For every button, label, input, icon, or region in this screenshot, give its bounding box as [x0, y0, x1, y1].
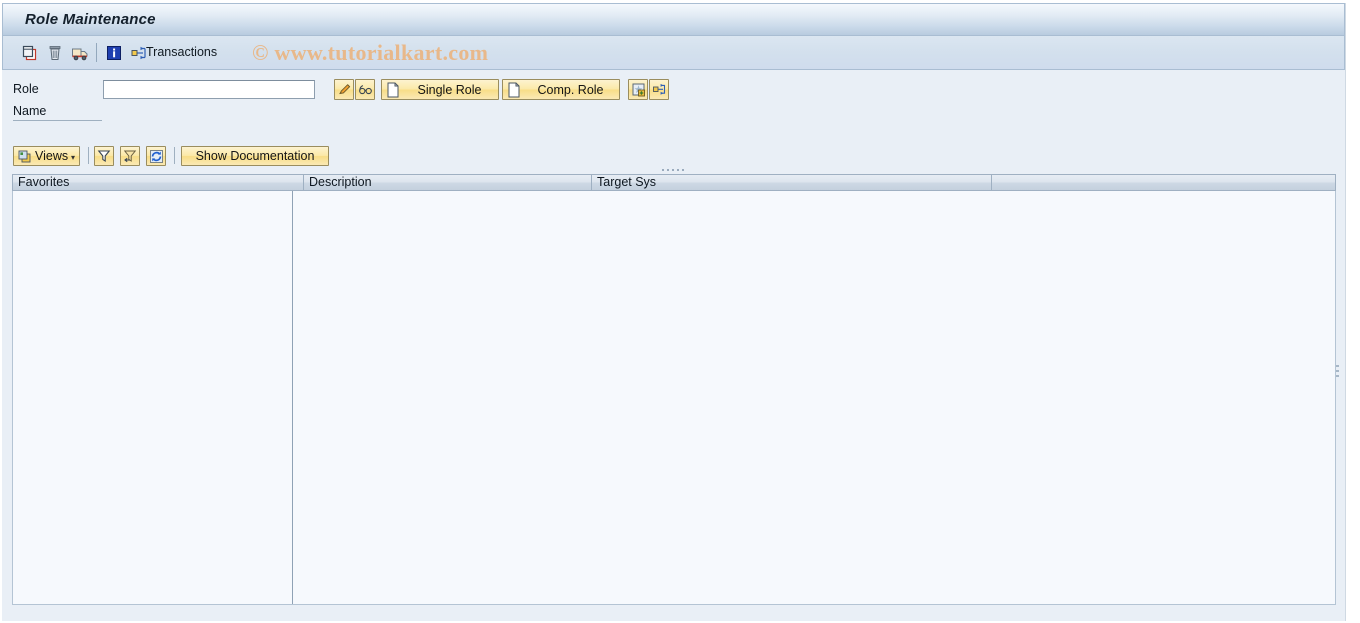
show-documentation-button[interactable]: Show Documentation [181, 146, 329, 166]
delete-filter-button[interactable] [120, 146, 140, 166]
column-header-spacer[interactable] [991, 174, 1336, 191]
document-icon [505, 81, 522, 98]
truck-icon [71, 44, 89, 62]
copy-icon [21, 44, 39, 62]
change-role-button[interactable] [334, 79, 354, 100]
name-output-field [13, 120, 102, 121]
views-button[interactable]: Views ▾ [13, 146, 80, 166]
trash-icon [46, 44, 64, 62]
application-toolbar: Transactions [2, 36, 1345, 70]
views-label: Views [35, 149, 69, 163]
toolbar-separator [96, 43, 97, 62]
comp-role-label: Comp. Role [537, 82, 604, 97]
delete-role-button[interactable] [44, 42, 65, 63]
table-column-divider [292, 191, 293, 604]
filter-button[interactable] [94, 146, 114, 166]
site-watermark: © www.tutorialkart.com [252, 40, 489, 65]
delete-filter-icon [123, 149, 137, 163]
views-icon [16, 148, 33, 165]
refresh-icon [149, 149, 164, 164]
role-input[interactable] [103, 80, 315, 99]
favorites-table-header: Favorites Description Target Sys [12, 174, 1336, 191]
filter-icon [97, 149, 111, 163]
role-label: Role [13, 82, 39, 96]
footer-strip [2, 606, 1345, 621]
display-role-button[interactable] [355, 79, 375, 100]
transactions-label[interactable]: Transactions [146, 45, 217, 59]
comp-role-button[interactable]: Comp. Role [502, 79, 620, 100]
column-header-favorites[interactable]: Favorites [12, 174, 304, 191]
glasses-icon [358, 82, 373, 97]
single-role-button[interactable]: Single Role [381, 79, 499, 100]
right-edge-pane [1345, 3, 1358, 621]
transaction-jump-button[interactable] [649, 79, 669, 100]
page-title: Role Maintenance [25, 11, 156, 28]
name-label: Name [13, 104, 47, 118]
copy-role-button[interactable] [19, 42, 40, 63]
info-icon [105, 44, 123, 62]
single-role-label: Single Role [417, 82, 482, 97]
create-star-icon [631, 82, 646, 97]
sap-role-maintenance-screen: Role Maintenance Transactions © www.tuto… [0, 0, 1360, 623]
column-header-target-sys[interactable]: Target Sys [591, 174, 992, 191]
transport-role-button[interactable] [69, 42, 90, 63]
show-documentation-label: Show Documentation [195, 149, 315, 163]
document-icon [384, 81, 401, 98]
favorites-table-body [12, 174, 1336, 605]
transactions-icon [130, 44, 148, 62]
pencil-icon [337, 82, 352, 97]
information-button[interactable] [103, 42, 124, 63]
column-header-description[interactable]: Description [303, 174, 592, 191]
table-resize-grip[interactable] [662, 167, 684, 172]
window-title-bar: Role Maintenance [2, 3, 1345, 36]
refresh-button[interactable] [146, 146, 166, 166]
vertical-splitter-grip[interactable] [1336, 365, 1339, 383]
transactions-icon [652, 82, 667, 97]
views-toolbar-separator-2 [174, 147, 175, 164]
create-in-system-button[interactable] [628, 79, 648, 100]
chevron-down-icon: ▾ [70, 153, 75, 162]
views-toolbar-separator [88, 147, 89, 164]
